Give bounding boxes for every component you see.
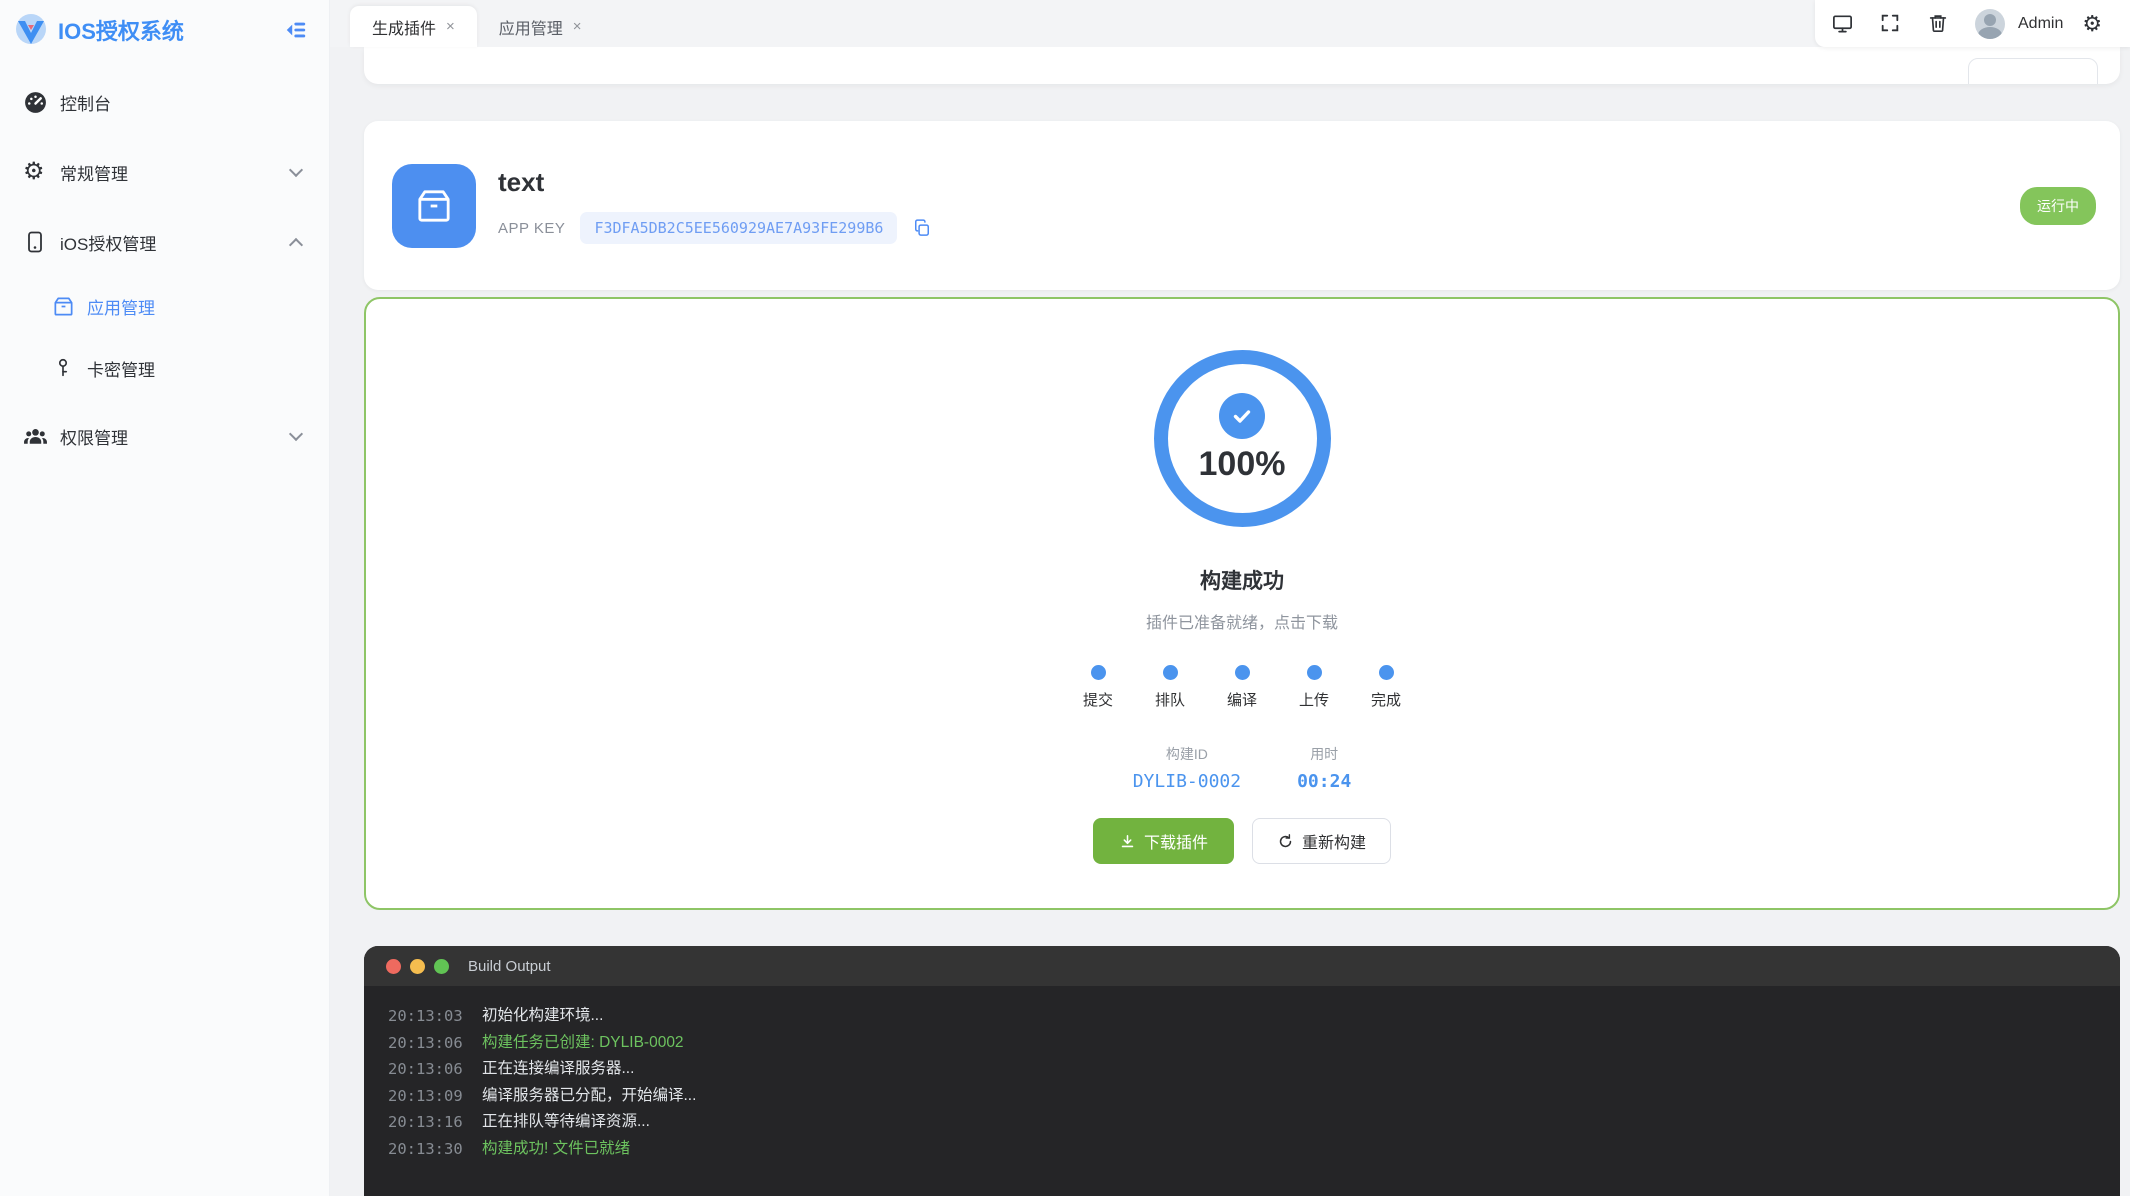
build-id-value: DYLIB-0002 bbox=[1132, 771, 1242, 792]
avatar-body bbox=[1978, 26, 2002, 39]
chevron-down-icon bbox=[288, 426, 304, 442]
step-dot bbox=[1162, 665, 1178, 680]
copy-icon[interactable] bbox=[912, 218, 932, 238]
build-result-card: 100% 构建成功 插件已准备就绪，点击下载 提交 排队 编译 上传 完成 构建… bbox=[364, 297, 2120, 910]
step-submit: 提交 bbox=[1062, 665, 1134, 710]
log-line: 20:13:30 构建成功! 文件已就绪 bbox=[388, 1139, 631, 1158]
sidebar-item-general-management[interactable]: ⚙ 常规管理 bbox=[0, 144, 329, 200]
terminal-body: 20:13:03 初始化构建环境... 20:13:06 构建任务已创建: DY… bbox=[364, 986, 2120, 1179]
tab-label: 生成插件 bbox=[372, 20, 437, 38]
sidebar-item-label: iOS授权管理 bbox=[60, 234, 157, 254]
download-plugin-button[interactable]: 下载插件 bbox=[1092, 818, 1234, 864]
main-content: text APP KEY F3DFA5DB2C5EE560929AE7A93FE… bbox=[330, 47, 2130, 1196]
close-icon[interactable]: × bbox=[446, 18, 455, 35]
gears-icon: ⚙ bbox=[23, 157, 45, 185]
step-upload: 上传 bbox=[1278, 665, 1350, 710]
sidebar-item-ios-auth-management[interactable]: iOS授权管理 bbox=[0, 214, 329, 270]
build-output-terminal: Build Output 20:13:03 初始化构建环境... 20:13:0… bbox=[364, 946, 2120, 1196]
avatar[interactable] bbox=[1975, 8, 2005, 39]
log-line: 20:13:16 正在排队等待编译资源... bbox=[388, 1113, 650, 1131]
step-dot bbox=[1234, 665, 1250, 680]
log-line: 20:13:03 初始化构建环境... bbox=[388, 1007, 604, 1025]
traffic-light-red-icon bbox=[386, 958, 401, 974]
box-icon bbox=[52, 295, 75, 318]
app-info: text APP KEY F3DFA5DB2C5EE560929AE7A93FE… bbox=[498, 167, 932, 244]
sidebar-item-label: 常规管理 bbox=[60, 164, 128, 184]
fullscreen-icon[interactable] bbox=[1879, 12, 1902, 35]
terminal-header: Build Output bbox=[364, 946, 2120, 986]
tab-app-management[interactable]: 应用管理 × bbox=[477, 6, 604, 47]
step-compile: 编译 bbox=[1206, 665, 1278, 710]
build-status-subtitle: 插件已准备就绪，点击下载 bbox=[1145, 615, 1338, 632]
duration-label: 用时 bbox=[1310, 746, 1339, 762]
progress-percentage: 100% bbox=[1198, 445, 1286, 483]
avatar-head bbox=[1984, 13, 1996, 26]
check-icon bbox=[1219, 393, 1265, 439]
monitor-icon[interactable] bbox=[1831, 12, 1854, 35]
app-key-row: APP KEY F3DFA5DB2C5EE560929AE7A93FE299B6 bbox=[498, 212, 932, 244]
app-key-value: F3DFA5DB2C5EE560929AE7A93FE299B6 bbox=[580, 212, 898, 244]
sidebar-item-app-management[interactable]: 应用管理 bbox=[0, 280, 329, 332]
settings-gear-icon[interactable]: ⚙ bbox=[2082, 12, 2102, 35]
refresh-icon bbox=[1279, 833, 1292, 847]
mobile-icon bbox=[23, 230, 48, 255]
sidebar-item-label: 卡密管理 bbox=[87, 360, 155, 380]
app-name: text bbox=[498, 167, 545, 197]
tab-label: 应用管理 bbox=[498, 20, 563, 38]
build-actions: 下载插件 重新构建 bbox=[1092, 818, 1392, 864]
log-line: 20:13:06 构建任务已创建: DYLIB-0002 bbox=[388, 1033, 684, 1052]
duration-block: 用时 00:24 bbox=[1297, 744, 1351, 792]
sidebar-collapse-icon[interactable] bbox=[283, 17, 309, 43]
trash-icon[interactable] bbox=[1927, 12, 1950, 35]
partial-card-top bbox=[364, 47, 2120, 84]
top-header: 生成插件 × 应用管理 × Admin ⚙ bbox=[330, 0, 2130, 47]
sidebar-item-label: 应用管理 bbox=[87, 298, 155, 318]
app-logo-icon bbox=[12, 11, 50, 49]
build-meta: 构建ID DYLIB-0002 用时 00:24 bbox=[1133, 744, 1352, 792]
users-icon bbox=[23, 424, 48, 449]
sidebar-item-dashboard[interactable]: 控制台 bbox=[0, 74, 329, 130]
header-actions: Admin ⚙ bbox=[1815, 0, 2130, 47]
build-id-block: 构建ID DYLIB-0002 bbox=[1133, 744, 1241, 792]
step-done: 完成 bbox=[1350, 665, 1422, 710]
tab-generate-plugin[interactable]: 生成插件 × bbox=[350, 6, 477, 47]
sidebar-item-card-key-management[interactable]: 卡密管理 bbox=[0, 342, 329, 394]
key-icon bbox=[52, 357, 75, 380]
dashboard-icon bbox=[23, 90, 48, 115]
step-queue: 排队 bbox=[1134, 665, 1206, 710]
sidebar-item-permission-management[interactable]: 权限管理 bbox=[0, 408, 329, 464]
step-dot bbox=[1378, 665, 1394, 680]
rebuild-button[interactable]: 重新构建 bbox=[1252, 818, 1392, 864]
build-id-label: 构建ID bbox=[1165, 746, 1208, 762]
sidebar-header: IOS授权系统 bbox=[0, 0, 329, 60]
app-key-label: APP KEY bbox=[498, 219, 566, 237]
sidebar: IOS授权系统 控制台 ⚙ 常规管理 iOS授权管理 应用管理 卡密管理 权限管… bbox=[0, 0, 330, 1196]
close-icon[interactable]: × bbox=[573, 18, 582, 35]
duration-value: 00:24 bbox=[1297, 771, 1352, 792]
download-icon bbox=[1121, 834, 1134, 847]
user-name[interactable]: Admin bbox=[2018, 15, 2063, 33]
log-line: 20:13:09 编译服务器已分配，开始编译... bbox=[388, 1086, 697, 1105]
progress-ring: 100% bbox=[1153, 350, 1331, 527]
traffic-light-yellow-icon bbox=[410, 958, 425, 974]
step-dot bbox=[1306, 665, 1322, 680]
traffic-light-green-icon bbox=[434, 958, 449, 974]
app-info-card: text APP KEY F3DFA5DB2C5EE560929AE7A93FE… bbox=[364, 121, 2120, 290]
log-line: 20:13:06 正在连接编译服务器... bbox=[388, 1060, 635, 1078]
build-steps: 提交 排队 编译 上传 完成 bbox=[1062, 665, 1422, 710]
terminal-title: Build Output bbox=[468, 957, 551, 975]
app-title: IOS授权系统 bbox=[58, 19, 184, 44]
step-dot bbox=[1090, 665, 1106, 680]
build-status-title: 构建成功 bbox=[1200, 570, 1284, 593]
app-box-icon bbox=[392, 163, 476, 248]
sidebar-item-label: 控制台 bbox=[60, 94, 111, 114]
partial-button[interactable] bbox=[1968, 58, 2098, 84]
chevron-up-icon bbox=[288, 237, 304, 253]
sidebar-item-label: 权限管理 bbox=[60, 428, 128, 448]
chevron-down-icon bbox=[288, 162, 304, 178]
status-badge: 运行中 bbox=[2020, 186, 2096, 225]
sidebar-menu: 控制台 ⚙ 常规管理 iOS授权管理 应用管理 卡密管理 权限管理 bbox=[0, 60, 329, 464]
